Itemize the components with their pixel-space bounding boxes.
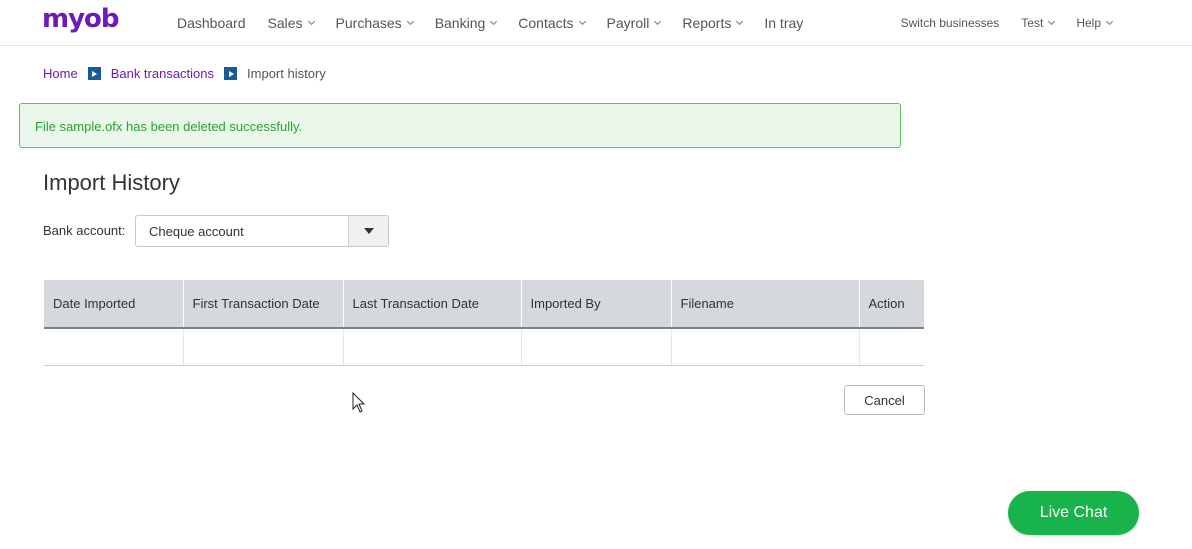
nav-user-menu[interactable]: Test	[1021, 16, 1056, 30]
table-header-row: Date Imported First Transaction Date Las…	[44, 280, 924, 329]
nav-sales-label: Sales	[267, 15, 303, 31]
caret-down-icon	[363, 228, 374, 234]
alert-message: File sample.ofx has been deleted success…	[35, 119, 303, 134]
mouse-pointer-icon	[352, 392, 366, 413]
bank-account-label: Bank account:	[43, 223, 126, 238]
column-header-last-transaction-date[interactable]: Last Transaction Date	[343, 280, 522, 329]
table-cell	[343, 328, 522, 366]
success-alert: File sample.ofx has been deleted success…	[19, 103, 901, 148]
table-row	[44, 328, 924, 366]
chevron-down-icon	[736, 17, 744, 26]
nav-payroll[interactable]: Payroll	[606, 15, 662, 31]
column-header-date-imported[interactable]: Date Imported	[44, 280, 184, 329]
nav-banking-label: Banking	[434, 15, 486, 31]
breadcrumb-current: Import history	[247, 66, 326, 81]
nav-payroll-label: Payroll	[606, 15, 650, 31]
column-header-filename[interactable]: Filename	[671, 280, 860, 329]
nav-contacts-label: Contacts	[518, 15, 574, 31]
live-chat-button[interactable]: Live Chat	[1008, 491, 1139, 535]
account-nav: Switch businesses Test Help	[901, 0, 1114, 46]
dropdown-toggle[interactable]	[348, 216, 388, 246]
nav-in-tray[interactable]: In tray	[764, 15, 803, 31]
breadcrumb-separator-icon	[224, 67, 238, 80]
chevron-down-icon	[307, 17, 315, 26]
chevron-down-icon	[578, 17, 586, 26]
table-cell	[521, 328, 672, 366]
breadcrumb-separator-icon	[87, 67, 101, 80]
cancel-button[interactable]: Cancel	[844, 385, 925, 415]
table-cell	[183, 328, 344, 366]
help-label: Help	[1076, 16, 1101, 30]
nav-contacts[interactable]: Contacts	[518, 15, 586, 31]
nav-sales[interactable]: Sales	[267, 15, 315, 31]
column-header-imported-by[interactable]: Imported By	[521, 280, 672, 329]
myob-logo[interactable]: myob	[42, 4, 120, 34]
nav-in-tray-label: In tray	[764, 15, 804, 31]
breadcrumb-home[interactable]: Home	[43, 66, 78, 81]
switch-businesses-label: Switch businesses	[900, 16, 1000, 30]
column-header-action: Action	[859, 280, 924, 329]
table-cell	[44, 328, 184, 366]
nav-switch-businesses[interactable]: Switch businesses	[901, 16, 1000, 30]
nav-reports[interactable]: Reports	[682, 15, 744, 31]
nav-dashboard-label: Dashboard	[177, 15, 246, 31]
nav-banking[interactable]: Banking	[434, 15, 498, 31]
breadcrumb: Home Bank transactions Import history	[43, 66, 326, 81]
nav-purchases-label: Purchases	[335, 15, 402, 31]
table-cell	[859, 328, 924, 366]
nav-dashboard[interactable]: Dashboard	[177, 15, 246, 31]
breadcrumb-bank-transactions[interactable]: Bank transactions	[111, 66, 214, 81]
chevron-down-icon	[654, 17, 662, 26]
chevron-down-icon	[1105, 17, 1114, 26]
import-history-table: Date Imported First Transaction Date Las…	[44, 280, 924, 366]
user-menu-label: Test	[1021, 16, 1044, 30]
chevron-down-icon	[490, 17, 498, 26]
table-cell	[671, 328, 860, 366]
nav-help[interactable]: Help	[1076, 16, 1114, 30]
top-navigation-bar: myob Dashboard Sales Purchases Banking C…	[0, 0, 1192, 46]
chevron-down-icon	[1048, 17, 1056, 26]
main-nav: Dashboard Sales Purchases Banking Contac…	[177, 0, 825, 46]
page-title: Import History	[43, 170, 180, 195]
chevron-down-icon	[406, 17, 414, 26]
bank-account-selected-value: Cheque account	[149, 224, 244, 239]
nav-reports-label: Reports	[682, 15, 732, 31]
column-header-first-transaction-date[interactable]: First Transaction Date	[183, 280, 344, 329]
nav-purchases[interactable]: Purchases	[335, 15, 414, 31]
bank-account-select[interactable]: Cheque account	[135, 215, 389, 247]
